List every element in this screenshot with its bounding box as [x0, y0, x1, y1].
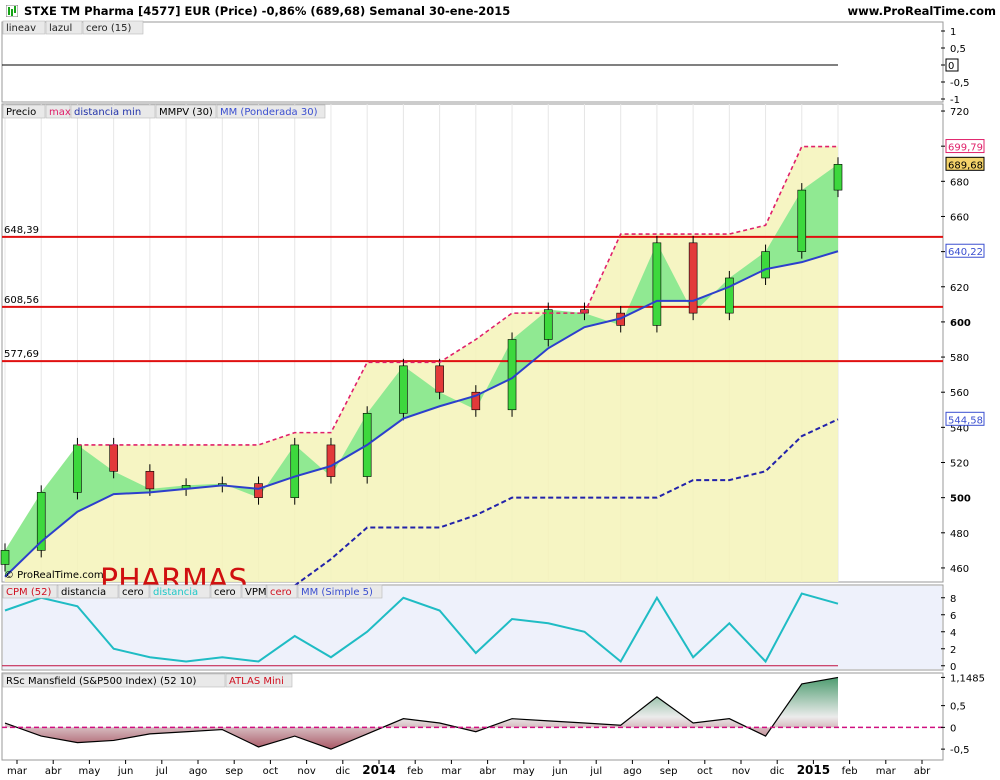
- value-badge-text: 544,58: [948, 415, 983, 426]
- x-tick-label: may: [513, 766, 535, 777]
- y-tick-label: 8: [950, 594, 956, 605]
- candle-body: [543, 309, 553, 340]
- top-legend-item: cero (15): [86, 23, 131, 34]
- y-tick-label: 500: [950, 494, 971, 505]
- x-tick-label: nov: [297, 766, 315, 777]
- y-tick-label: 580: [950, 353, 969, 364]
- candle-body: [0, 550, 10, 565]
- candle-body: [254, 483, 263, 498]
- y-tick-label: 600: [950, 318, 971, 329]
- x-tick-label: dic: [335, 766, 350, 777]
- candle-body: [399, 365, 408, 414]
- x-tick-label: mar: [441, 766, 462, 777]
- top-legend-item: lazul: [49, 23, 72, 34]
- y-tick-label: 620: [950, 283, 969, 294]
- x-tick-label: sep: [225, 766, 243, 777]
- x-tick-label: abr: [914, 766, 931, 777]
- candle-body: [435, 365, 444, 393]
- candle-body: [326, 444, 336, 477]
- y-tick-label: 680: [950, 177, 969, 188]
- top-legend-item: lineav: [6, 23, 36, 34]
- y-tick-label: 0: [950, 662, 956, 673]
- cpm-legend-item: MM (Simple 5): [301, 587, 373, 598]
- candle-body: [688, 242, 698, 314]
- value-badge-text: 689,68: [948, 160, 983, 171]
- cpm-legend-item: cero: [214, 587, 236, 598]
- y-tick-label: 560: [950, 388, 969, 399]
- x-tick-label: sep: [660, 766, 678, 777]
- x-tick-label: mar: [7, 766, 28, 777]
- candle-body: [73, 444, 82, 493]
- cpm-legend-item: distancia: [153, 587, 198, 598]
- x-tick-label: nov: [732, 766, 750, 777]
- candle-body: [109, 444, 118, 472]
- x-tick-label: ago: [623, 766, 642, 777]
- cpm-legend-item: VPM: [245, 587, 267, 598]
- y-tick-label: 0,5: [950, 44, 966, 55]
- rsc-legend-item: ATLAS Mini: [229, 676, 284, 687]
- support-label: 608,56: [4, 295, 39, 306]
- x-tick-label: ago: [189, 766, 208, 777]
- x-tick-label: jul: [589, 766, 602, 777]
- price-legend-item: distancia min: [74, 107, 141, 118]
- y-tick-label: -0,5: [950, 745, 970, 756]
- price-legend-item: Precio: [6, 107, 36, 118]
- value-badge-text: 0: [948, 61, 954, 72]
- x-tick-label: jul: [155, 766, 168, 777]
- x-tick-label: may: [79, 766, 101, 777]
- y-tick-label: 520: [950, 459, 969, 470]
- y-tick-label: 0: [950, 723, 956, 734]
- y-tick-label: 480: [950, 529, 969, 540]
- candle-body: [797, 189, 807, 252]
- support-label: 577,69: [4, 349, 39, 360]
- y-tick-label: -0,5: [950, 78, 970, 89]
- rsc-legend-item: RSc Mansfield (S&P500 Index) (52 10): [6, 676, 197, 687]
- x-tick-label: jun: [551, 766, 567, 777]
- x-tick-label: 2014: [362, 763, 395, 777]
- candle-body: [833, 164, 843, 191]
- candle-body: [652, 242, 662, 326]
- support-label: 648,39: [4, 225, 39, 236]
- x-tick-label: oct: [697, 766, 713, 777]
- cpm-legend-item: cero: [270, 587, 292, 598]
- y-tick-label: 1,1485: [950, 673, 985, 684]
- y-tick-label: 0,5: [950, 702, 966, 713]
- price-legend-item: max: [49, 107, 71, 118]
- y-tick-label: 660: [950, 212, 969, 223]
- y-tick-label: 2: [950, 645, 956, 656]
- cpm-legend-item: CPM (52): [6, 587, 51, 598]
- x-tick-label: mar: [876, 766, 897, 777]
- x-tick-label: feb: [842, 766, 858, 777]
- x-tick-label: oct: [263, 766, 279, 777]
- price-legend-item: MM (Ponderada 30): [220, 107, 318, 118]
- x-tick-label: dic: [770, 766, 785, 777]
- y-tick-label: 1: [950, 27, 956, 38]
- value-badge-text: 640,22: [948, 247, 983, 258]
- candle-body: [290, 444, 300, 498]
- x-tick-label: jun: [117, 766, 133, 777]
- x-tick-label: abr: [479, 766, 496, 777]
- y-tick-label: 720: [950, 107, 969, 118]
- cpm-legend-item: distancia: [61, 587, 106, 598]
- price-legend-item: MMPV (30): [159, 107, 213, 118]
- candle-body: [145, 470, 155, 490]
- candle-body: [761, 251, 770, 279]
- y-tick-label: 6: [950, 611, 956, 622]
- x-tick-label: feb: [407, 766, 423, 777]
- x-tick-label: 2015: [797, 763, 830, 777]
- x-tick-label: abr: [45, 766, 62, 777]
- y-tick-label: 460: [950, 564, 969, 575]
- chart-canvas: 10,50-0,5-10 648,39608,56577,69720700680…: [0, 20, 1000, 777]
- watermark: © ProRealTime.com: [4, 570, 104, 581]
- value-badge-text: 699,79: [948, 143, 983, 154]
- cpm-legend-item: cero: [122, 587, 144, 598]
- y-tick-label: -1: [950, 95, 960, 106]
- y-tick-label: 4: [950, 628, 956, 639]
- candle-body: [725, 277, 734, 314]
